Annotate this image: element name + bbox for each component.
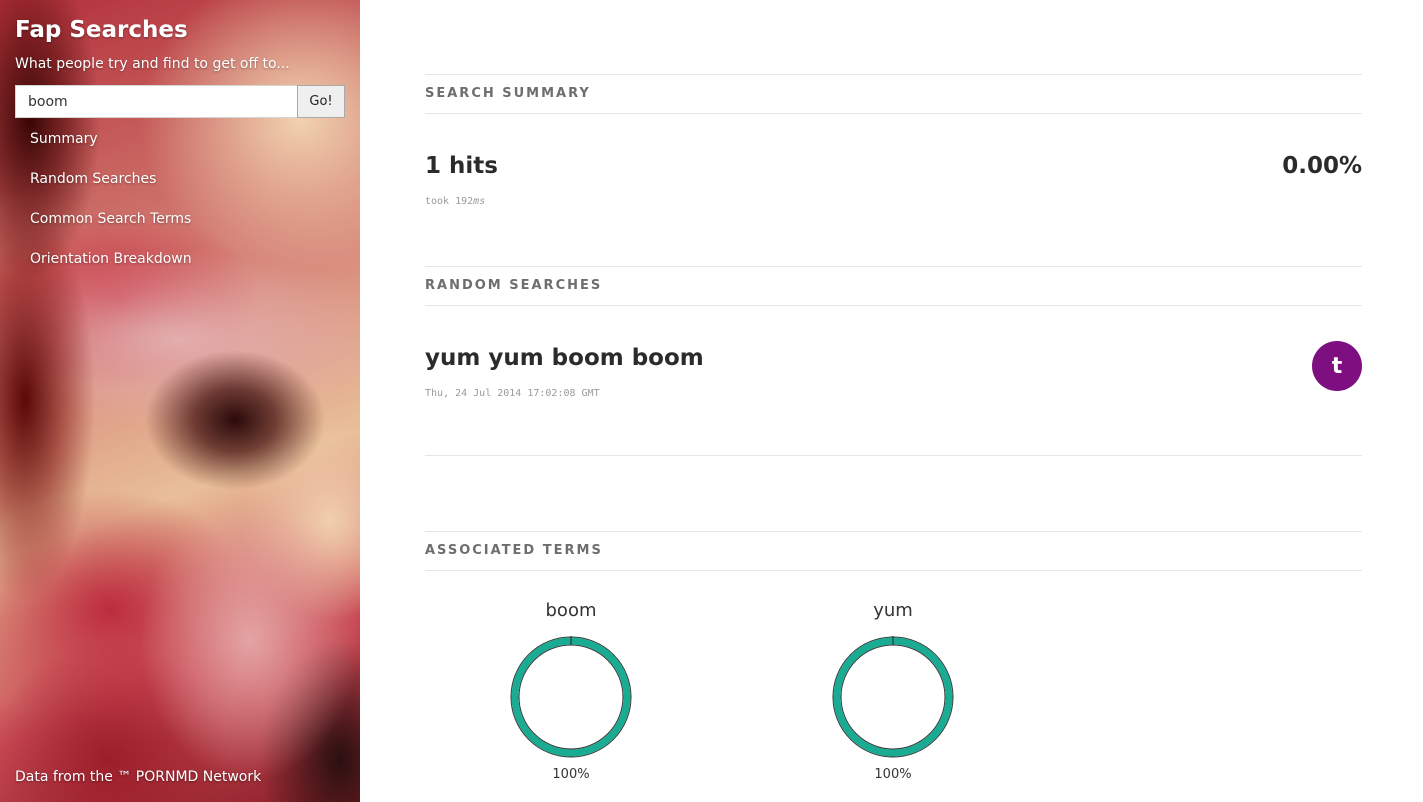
main-content: Search Summary 1 hits 0.00% took 192ms R…: [425, 0, 1362, 802]
nav-summary[interactable]: Summary: [30, 128, 192, 168]
hit-percentage: 0.00%: [1282, 153, 1362, 179]
associated-terms-heading: Associated Terms: [425, 543, 603, 558]
random-search-date: Thu, 24 Jul 2014 17:02:08 GMT: [425, 388, 600, 399]
sidebar: Fap Searches What people try and find to…: [0, 0, 360, 802]
data-source-footer: Data from the ™ PORNMD Network: [15, 769, 262, 785]
term-label: boom: [545, 600, 597, 621]
donut-chart: [510, 636, 632, 758]
divider: [425, 570, 1362, 571]
donut-ring: [511, 637, 631, 757]
term-percent: 100%: [874, 767, 912, 782]
divider: [425, 266, 1362, 267]
search-form: Go!: [15, 85, 345, 118]
donut-outline-inner: [840, 644, 946, 750]
user-avatar[interactable]: t: [1312, 341, 1362, 391]
query-time: took 192ms: [425, 196, 485, 207]
divider: [425, 531, 1362, 532]
hit-count: 1 hits: [425, 153, 498, 179]
summary-heading: Search Summary: [425, 86, 591, 101]
nav-common-search-terms[interactable]: Common Search Terms: [30, 208, 192, 248]
donut-outline-inner: [518, 644, 624, 750]
search-input[interactable]: [15, 85, 298, 118]
site-tagline: What people try and find to get off to..…: [15, 56, 290, 72]
nav-random-searches[interactable]: Random Searches: [30, 168, 192, 208]
donut-chart: [832, 636, 954, 758]
site-title[interactable]: Fap Searches: [15, 17, 188, 43]
divider: [425, 113, 1362, 114]
divider: [425, 455, 1362, 456]
term-percent: 100%: [552, 767, 590, 782]
query-time-unit: ms: [473, 196, 486, 207]
term-label: yum: [873, 600, 913, 621]
random-search-query: yum yum boom boom: [425, 345, 704, 371]
random-searches-heading: Random Searches: [425, 278, 603, 293]
divider: [425, 74, 1362, 75]
go-button[interactable]: Go!: [297, 85, 345, 118]
donut-ring: [833, 637, 953, 757]
divider: [425, 305, 1362, 306]
nav-orientation-breakdown[interactable]: Orientation Breakdown: [30, 248, 192, 288]
query-time-value: took 192: [425, 196, 474, 207]
sidebar-nav: Summary Random Searches Common Search Te…: [30, 128, 192, 288]
